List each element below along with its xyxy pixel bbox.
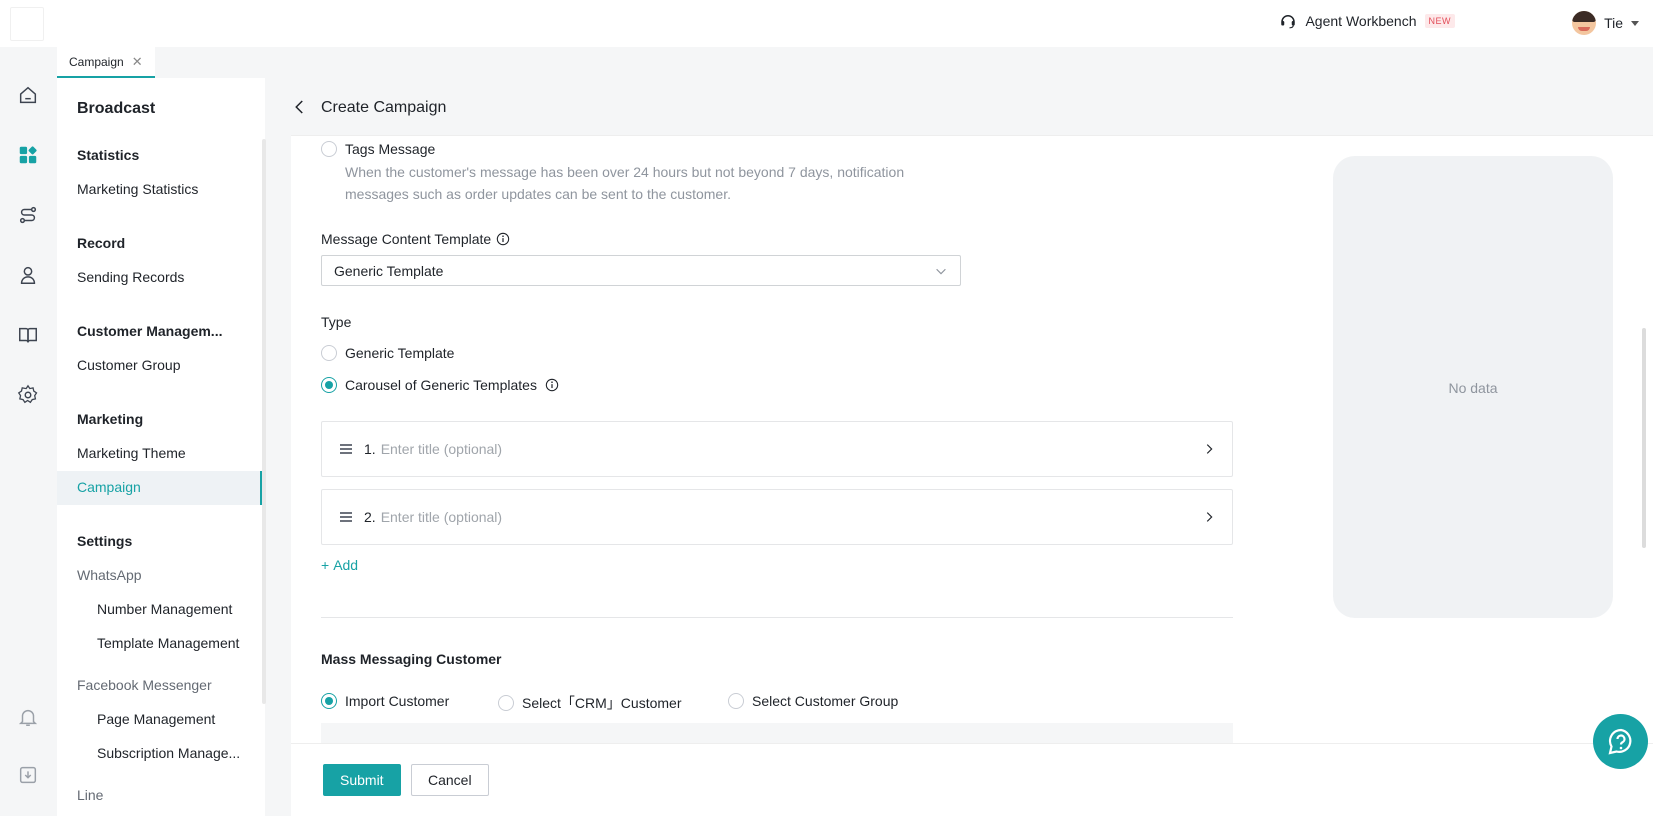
type-label-text: Type (321, 314, 352, 330)
chevron-down-icon (936, 268, 946, 274)
message-template-label: Message Content Template (321, 231, 510, 247)
sidebar-item-sending-records[interactable]: Sending Records (77, 269, 257, 285)
chevron-right-icon[interactable] (1202, 442, 1216, 456)
tab-strip: Campaign ✕ (57, 47, 1653, 78)
close-icon[interactable]: ✕ (132, 54, 143, 70)
sidebar-group-record: Record (77, 235, 126, 251)
radio-generic-template[interactable]: Generic Template (321, 345, 454, 361)
radio-generic-template-circle[interactable] (321, 345, 337, 361)
user-name: Tie (1604, 15, 1623, 31)
plus-icon: + (321, 557, 330, 573)
sidebar-item-page-management[interactable]: Page Management (97, 711, 257, 727)
main-scrollbar[interactable] (1642, 328, 1646, 548)
radio-select-customer-group-circle[interactable] (728, 693, 744, 709)
page-header: Create Campaign (291, 78, 1653, 136)
type-label: Type (321, 314, 351, 330)
bell-icon[interactable] (16, 705, 40, 729)
carousel-card-1[interactable]: 1. Enter title (optional) (321, 421, 1233, 477)
back-arrow-icon[interactable] (291, 98, 309, 116)
app-logo[interactable] (10, 7, 44, 41)
radio-import-customer-circle[interactable] (321, 693, 337, 709)
headset-icon (1281, 15, 1296, 29)
mass-messaging-title: Mass Messaging Customer (321, 651, 502, 667)
book-icon[interactable] (16, 323, 40, 347)
card-title-placeholder[interactable]: Enter title (optional) (381, 509, 1202, 525)
help-chat-icon (1608, 728, 1631, 754)
sidebar-item-marketing-theme[interactable]: Marketing Theme (77, 445, 257, 461)
sidebar: Broadcast Statistics Marketing Statistic… (57, 78, 265, 816)
message-template-value: Generic Template (334, 262, 444, 279)
apps-icon[interactable] (16, 143, 40, 167)
sidebar-item-number-management[interactable]: Number Management (97, 601, 257, 617)
user-menu[interactable]: Tie (1572, 11, 1639, 35)
select-crm-customer-label: Select「CRM」Customer (522, 695, 682, 711)
preview-panel: No data (1333, 156, 1613, 618)
section-divider (321, 617, 1233, 618)
radio-tags-message[interactable]: Tags Message (321, 141, 435, 157)
customer-icon[interactable] (16, 263, 40, 287)
help-button[interactable] (1593, 714, 1648, 769)
sidebar-item-subscription-management[interactable]: Subscription Manage... (97, 745, 257, 761)
agent-workbench-label: Agent Workbench (1305, 13, 1417, 29)
sidebar-scrollbar[interactable] (262, 139, 266, 704)
top-bar: Agent Workbench NEW Tie (0, 0, 1653, 47)
radio-tags-message-circle[interactable] (321, 141, 337, 157)
generic-template-label: Generic Template (345, 345, 455, 361)
submit-button[interactable]: Submit (323, 764, 401, 796)
agent-workbench-link[interactable]: Agent Workbench NEW (1279, 12, 1455, 30)
info-icon[interactable] (496, 232, 510, 246)
sidebar-item-line[interactable]: Line (77, 787, 257, 803)
sidebar-title: Broadcast (77, 100, 156, 117)
card-title-placeholder[interactable]: Enter title (optional) (381, 441, 1202, 457)
new-badge: NEW (1424, 14, 1455, 28)
sidebar-group-statistics: Statistics (77, 147, 140, 163)
message-template-select[interactable]: Generic Template (321, 255, 961, 286)
carousel-card-2[interactable]: 2. Enter title (optional) (321, 489, 1233, 545)
drag-handle-icon[interactable] (338, 441, 354, 457)
sidebar-item-whatsapp[interactable]: WhatsApp (77, 567, 257, 583)
avatar (1572, 11, 1597, 35)
sidebar-group-settings: Settings (77, 533, 133, 549)
card-index: 1. (364, 441, 376, 457)
carousel-templates-label: Carousel of Generic Templates (345, 377, 537, 393)
radio-select-crm-customer[interactable]: Select「CRM」Customer (498, 693, 681, 713)
tab-campaign[interactable]: Campaign ✕ (57, 47, 155, 78)
sidebar-item-campaign[interactable]: Campaign (77, 479, 257, 495)
radio-select-crm-customer-circle[interactable] (498, 695, 514, 711)
cancel-button[interactable]: Cancel (411, 764, 489, 796)
preview-empty-text: No data (1448, 380, 1498, 396)
message-template-label-text: Message Content Template (321, 231, 492, 247)
select-customer-group-label: Select Customer Group (752, 693, 899, 709)
tags-message-label: Tags Message (345, 141, 436, 157)
radio-import-customer[interactable]: Import Customer (321, 693, 449, 709)
radio-carousel-templates[interactable]: Carousel of Generic Templates (321, 377, 559, 393)
page-title: Create Campaign (321, 99, 447, 116)
sidebar-item-template-management[interactable]: Template Management (97, 635, 257, 651)
sidebar-item-customer-group[interactable]: Customer Group (77, 357, 257, 373)
gear-icon[interactable] (16, 383, 40, 407)
route-icon[interactable] (16, 203, 40, 227)
tab-label: Campaign (69, 54, 124, 69)
sidebar-item-facebook-messenger[interactable]: Facebook Messenger (77, 677, 257, 693)
icon-rail (0, 47, 57, 816)
chevron-right-icon[interactable] (1202, 510, 1216, 524)
drag-handle-icon[interactable] (338, 509, 354, 525)
sidebar-item-marketing-statistics[interactable]: Marketing Statistics (77, 181, 257, 197)
upload-area[interactable] (321, 723, 1233, 743)
home-icon[interactable] (16, 83, 40, 107)
download-icon[interactable] (16, 763, 40, 787)
tags-message-description: When the customer's message has been ove… (345, 164, 905, 202)
caret-down-icon (1631, 20, 1639, 26)
import-customer-label: Import Customer (345, 693, 450, 709)
card-index: 2. (364, 509, 376, 525)
radio-carousel-templates-circle[interactable] (321, 377, 337, 393)
add-card-button[interactable]: + Add (321, 557, 358, 573)
form-footer: Submit Cancel (291, 743, 1653, 816)
sidebar-group-marketing: Marketing (77, 411, 144, 427)
add-card-label: Add (333, 557, 359, 573)
radio-select-customer-group[interactable]: Select Customer Group (728, 693, 898, 709)
info-icon[interactable] (545, 378, 559, 392)
sidebar-group-customer-management: Customer Managem... (77, 323, 223, 339)
